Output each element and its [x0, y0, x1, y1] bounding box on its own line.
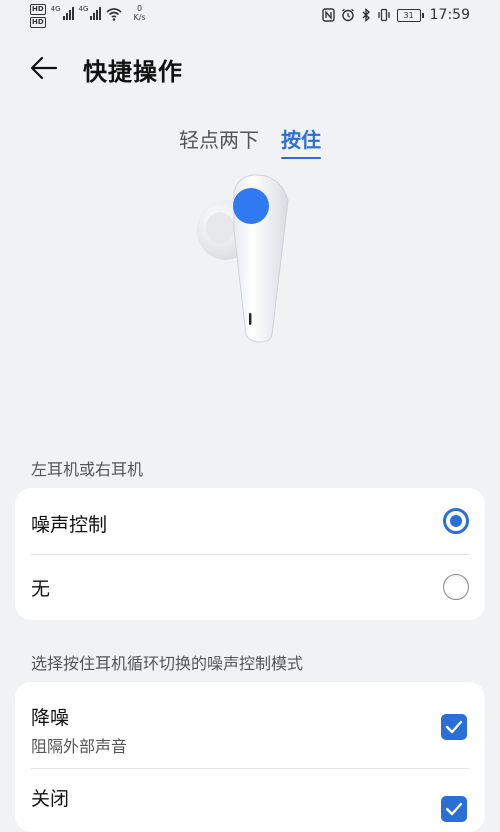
section-header-noise-modes: 选择按住耳机循环切换的噪声控制模式	[31, 654, 304, 673]
back-arrow-icon	[30, 56, 58, 80]
mode-noise-cancel[interactable]: 降噪 阻隔外部声音	[15, 682, 485, 768]
radio-selected[interactable]	[443, 508, 469, 534]
wifi-icon	[106, 8, 122, 21]
signal-icon: 4G	[51, 6, 74, 20]
noise-modes-card: 降噪 阻隔外部声音 关闭	[15, 682, 485, 832]
option-noise-control[interactable]: 噪声控制	[15, 488, 485, 554]
hd-badge: HD	[30, 17, 46, 28]
option-none[interactable]: 无	[15, 554, 485, 620]
net-speed-unit: K/s	[133, 13, 146, 22]
checkbox-checked[interactable]	[441, 796, 467, 822]
battery-level: 31	[396, 8, 421, 22]
net-speed-value: 0	[136, 4, 143, 13]
option-label: 无	[31, 578, 51, 600]
app-bar: 快捷操作	[0, 44, 500, 90]
tab-press-hold[interactable]: 按住	[281, 124, 321, 159]
status-left: HD HD 4G 4G 0 K/s	[30, 4, 146, 28]
status-right: 31 17:59	[321, 7, 470, 23]
tab-double-tap[interactable]: 轻点两下	[179, 124, 259, 159]
network-type-label: 4G	[78, 5, 89, 13]
nfc-icon	[321, 8, 335, 22]
earbud-illustration	[197, 174, 289, 343]
bluetooth-icon	[362, 8, 370, 22]
mode-off[interactable]: 关闭	[15, 768, 485, 832]
network-type-label: 4G	[50, 5, 61, 13]
option-label: 噪声控制	[31, 514, 108, 536]
press-point-indicator	[233, 188, 269, 224]
clock: 17:59	[429, 7, 470, 23]
hd-badge: HD	[30, 4, 46, 15]
mode-label: 关闭	[31, 788, 70, 810]
gesture-tabs: 轻点两下 按住	[0, 124, 500, 159]
checkbox-checked[interactable]	[441, 714, 467, 740]
alarm-icon	[341, 8, 354, 22]
vibrate-icon	[377, 8, 390, 22]
hd-badges: HD HD	[30, 4, 46, 28]
status-bar: HD HD 4G 4G 0 K/s 31 17:59	[0, 0, 500, 34]
mode-sublabel: 阻隔外部声音	[31, 737, 128, 756]
radio-unselected[interactable]	[443, 574, 469, 600]
net-speed: 0 K/s	[133, 4, 145, 22]
battery-icon: 31	[396, 8, 424, 22]
mode-label: 降噪	[31, 707, 70, 729]
earbud-side-card: 噪声控制 无	[15, 488, 485, 620]
signal-icon: 4G	[79, 6, 102, 20]
check-icon	[445, 802, 463, 816]
section-header-earbud-side: 左耳机或右耳机	[31, 460, 144, 479]
check-icon	[445, 720, 463, 734]
back-button[interactable]	[26, 50, 62, 86]
page-title: 快捷操作	[83, 58, 183, 86]
